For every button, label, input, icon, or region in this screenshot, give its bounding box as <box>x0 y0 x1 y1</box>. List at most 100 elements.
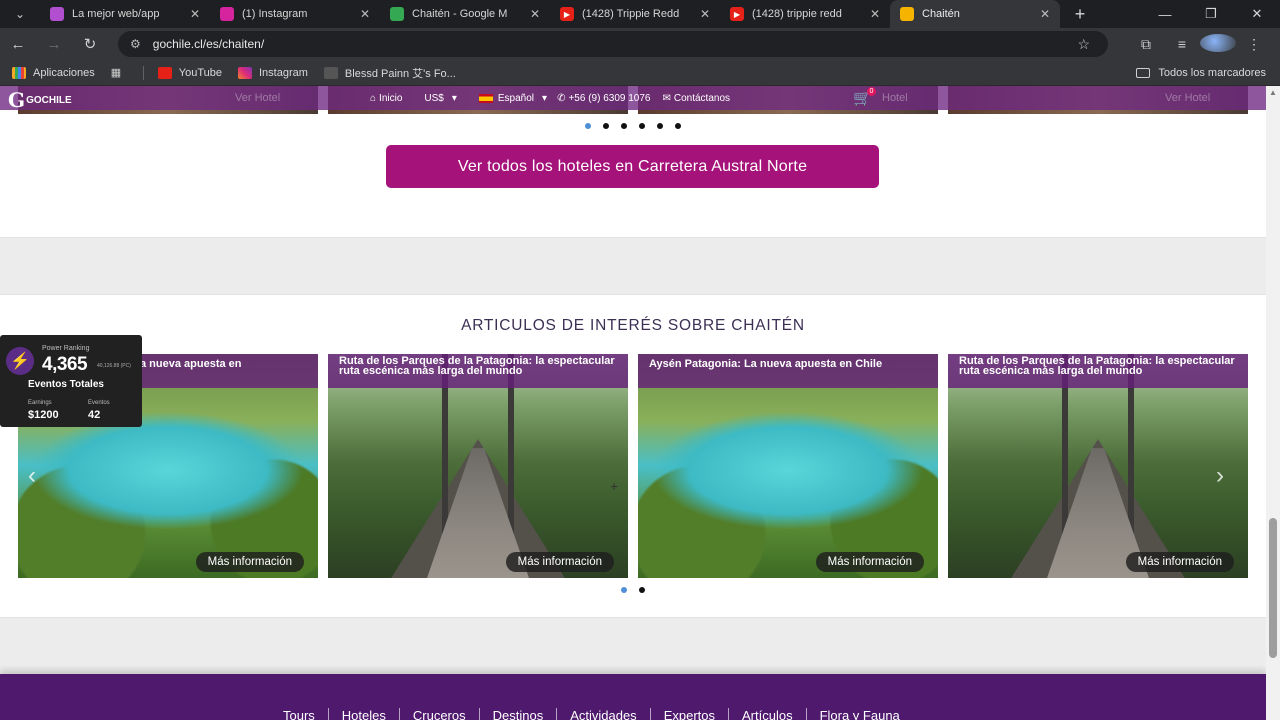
more-info-button[interactable]: Más información <box>505 552 614 572</box>
instagram-icon <box>220 7 234 21</box>
url-text: gochile.cl/es/chaiten/ <box>152 37 265 51</box>
bookmark-youtube[interactable]: YouTube <box>157 66 222 79</box>
close-tab-icon[interactable]: ✕ <box>700 7 710 21</box>
menu-home[interactable]: ⌂ Inicio <box>370 93 402 104</box>
tab-5-active[interactable]: Chaitén ✕ <box>890 0 1060 28</box>
site-info-icon[interactable]: ⚙ <box>130 37 141 51</box>
logo-text: GOCHILE <box>26 94 72 106</box>
carousel-next-icon[interactable]: › <box>1216 462 1224 490</box>
close-tab-icon[interactable]: ✕ <box>530 7 540 21</box>
whatsapp-icon: ✆ <box>557 92 566 104</box>
language-select[interactable]: Español ▾ <box>478 93 547 104</box>
carousel-dot[interactable] <box>621 123 627 129</box>
tab-title: Chaitén <box>922 8 960 20</box>
close-tab-icon[interactable]: ✕ <box>190 7 200 21</box>
carousel-dot[interactable] <box>603 123 609 129</box>
footer-link-flora-fauna[interactable]: Flora y Fauna <box>807 708 913 720</box>
tab-4[interactable]: ▶ (1428) trippie redd ✕ <box>720 0 890 28</box>
footer-link-cruceros[interactable]: Cruceros <box>400 708 480 720</box>
scroll-up-icon[interactable]: ▲ <box>1269 88 1277 97</box>
whatsapp-phone-link[interactable]: ✆ +56 (9) 6309 1076 <box>557 93 650 104</box>
bookmark-label: Instagram <box>259 66 308 79</box>
carousel-dot-active[interactable] <box>621 587 627 593</box>
restore-icon[interactable]: ❐ <box>1188 0 1234 28</box>
all-bookmarks[interactable]: Todos los marcadores <box>1136 67 1266 79</box>
menu-kebab-icon[interactable]: ⋮ <box>1236 36 1272 53</box>
header-menu: ⌂ Inicio US$ ▾ Español ▾ ✆ +56 (9) 6309 1076… <box>370 86 752 110</box>
carousel-dot[interactable] <box>675 123 681 129</box>
tab-search-icon[interactable]: ⌄ <box>0 0 40 28</box>
tab-0[interactable]: La mejor web/app ✕ <box>40 0 210 28</box>
hotel-carousel-dots <box>585 123 693 129</box>
power-ranking-widget[interactable]: ⚡ Power Ranking 4,365 40,126.88 (PC) Eve… <box>0 335 142 427</box>
footer-link-expertos[interactable]: Expertos <box>651 708 729 720</box>
caret-down-icon: ▾ <box>451 92 457 104</box>
carousel-prev-icon[interactable]: ‹ <box>28 462 36 490</box>
close-tab-icon[interactable]: ✕ <box>870 7 880 21</box>
bookmark-blessd[interactable]: Blessd Painn 艾's Fo... <box>323 65 456 81</box>
media-control-icon[interactable]: ≡ <box>1164 36 1200 52</box>
view-all-hotels-button[interactable]: Ver todos los hoteles en Carretera Austr… <box>386 145 879 188</box>
events-value: 42 <box>88 409 101 421</box>
all-bookmarks-label: Todos los marcadores <box>1158 66 1266 79</box>
scrollbar-thumb[interactable] <box>1269 518 1277 658</box>
more-info-button[interactable]: Más información <box>195 552 304 572</box>
bookmark-instagram[interactable]: Instagram <box>238 66 308 79</box>
bookmark-apps[interactable]: Aplicaciones <box>12 66 95 79</box>
article-title: Aysén Patagonia: La nueva apuesta en Chi… <box>638 354 938 388</box>
contact-link[interactable]: ✉ Contáctanos <box>662 93 730 104</box>
youtube-icon: ▶ <box>730 7 744 21</box>
article-card[interactable]: Ruta de los Parques de la Patagonia: la … <box>328 354 628 578</box>
minimize-icon[interactable]: — <box>1142 0 1188 28</box>
footer-link-articulos[interactable]: Artículos <box>729 708 807 720</box>
earnings-value: $1200 <box>28 409 59 421</box>
site-logo[interactable]: G GOCHILE <box>8 88 72 112</box>
currency-select[interactable]: US$ ▾ <box>424 93 456 104</box>
hotel-button[interactable]: Hotel <box>882 92 908 104</box>
footer-link-destinos[interactable]: Destinos <box>480 708 558 720</box>
article-title-text: a nueva apuesta en <box>140 358 242 370</box>
footer-link-hoteles[interactable]: Hoteles <box>329 708 400 720</box>
forward-icon[interactable]: → <box>36 28 72 60</box>
close-tab-icon[interactable]: ✕ <box>360 7 370 21</box>
tab-title: (1) Instagram <box>242 8 308 20</box>
reload-icon[interactable]: ↻ <box>72 28 108 60</box>
article-card[interactable]: Ruta de los Parques de la Patagonia: la … <box>948 354 1248 578</box>
tab-favicon-icon <box>50 7 64 21</box>
carousel-dot-active[interactable] <box>585 123 591 129</box>
back-icon[interactable]: ← <box>0 28 36 60</box>
tab-strip: ⌄ La mejor web/app ✕ (1) Instagram ✕ Cha… <box>0 0 1280 28</box>
footer-link-actividades[interactable]: Actividades <box>557 708 651 720</box>
widget-label: Power Ranking <box>42 345 90 352</box>
currency-value: US$ <box>424 92 444 104</box>
page-scrollbar[interactable]: ▲ <box>1266 86 1280 720</box>
footer-link-tours[interactable]: Tours <box>270 708 329 720</box>
more-info-button[interactable]: Más información <box>1125 552 1234 572</box>
carousel-dot[interactable] <box>639 587 645 593</box>
window-controls: — ❐ ✕ <box>1142 0 1280 28</box>
site-favicon-icon <box>900 7 914 21</box>
tab-groups-icon[interactable]: ▦ <box>111 66 127 79</box>
tab-1[interactable]: (1) Instagram ✕ <box>210 0 380 28</box>
tab-2[interactable]: Chaitén - Google M ✕ <box>380 0 550 28</box>
more-info-button[interactable]: Más información <box>815 552 924 572</box>
cart-icon[interactable]: 🛒 0 <box>853 87 876 107</box>
extensions-icon[interactable]: ⧉ <box>1128 36 1164 53</box>
carousel-dot[interactable] <box>657 123 663 129</box>
bookmarks-bar: Aplicaciones ▦ YouTube Instagram Blessd … <box>0 60 1280 86</box>
close-tab-icon[interactable]: ✕ <box>1040 7 1050 21</box>
bookmark-star-icon[interactable]: ☆ <box>1077 36 1090 53</box>
tab-3[interactable]: ▶ (1428) Trippie Redd ✕ <box>550 0 720 28</box>
carousel-dot[interactable] <box>639 123 645 129</box>
bookmark-label: YouTube <box>178 66 222 79</box>
profile-avatar[interactable] <box>1200 33 1236 55</box>
close-window-icon[interactable]: ✕ <box>1234 0 1280 28</box>
ver-hotel-button[interactable]: Ver Hotel <box>235 92 280 104</box>
events-label: Eventos <box>88 400 110 406</box>
article-card[interactable]: Aysén Patagonia: La nueva apuesta en Chi… <box>638 354 938 578</box>
ver-hotel-button[interactable]: Ver Hotel <box>1165 92 1210 104</box>
bookmark-icon <box>323 66 338 79</box>
phone-number: +56 (9) 6309 1076 <box>568 92 651 104</box>
new-tab-button[interactable]: + <box>1068 4 1092 25</box>
address-bar[interactable]: ⚙ gochile.cl/es/chaiten/ ☆ <box>118 31 1108 57</box>
